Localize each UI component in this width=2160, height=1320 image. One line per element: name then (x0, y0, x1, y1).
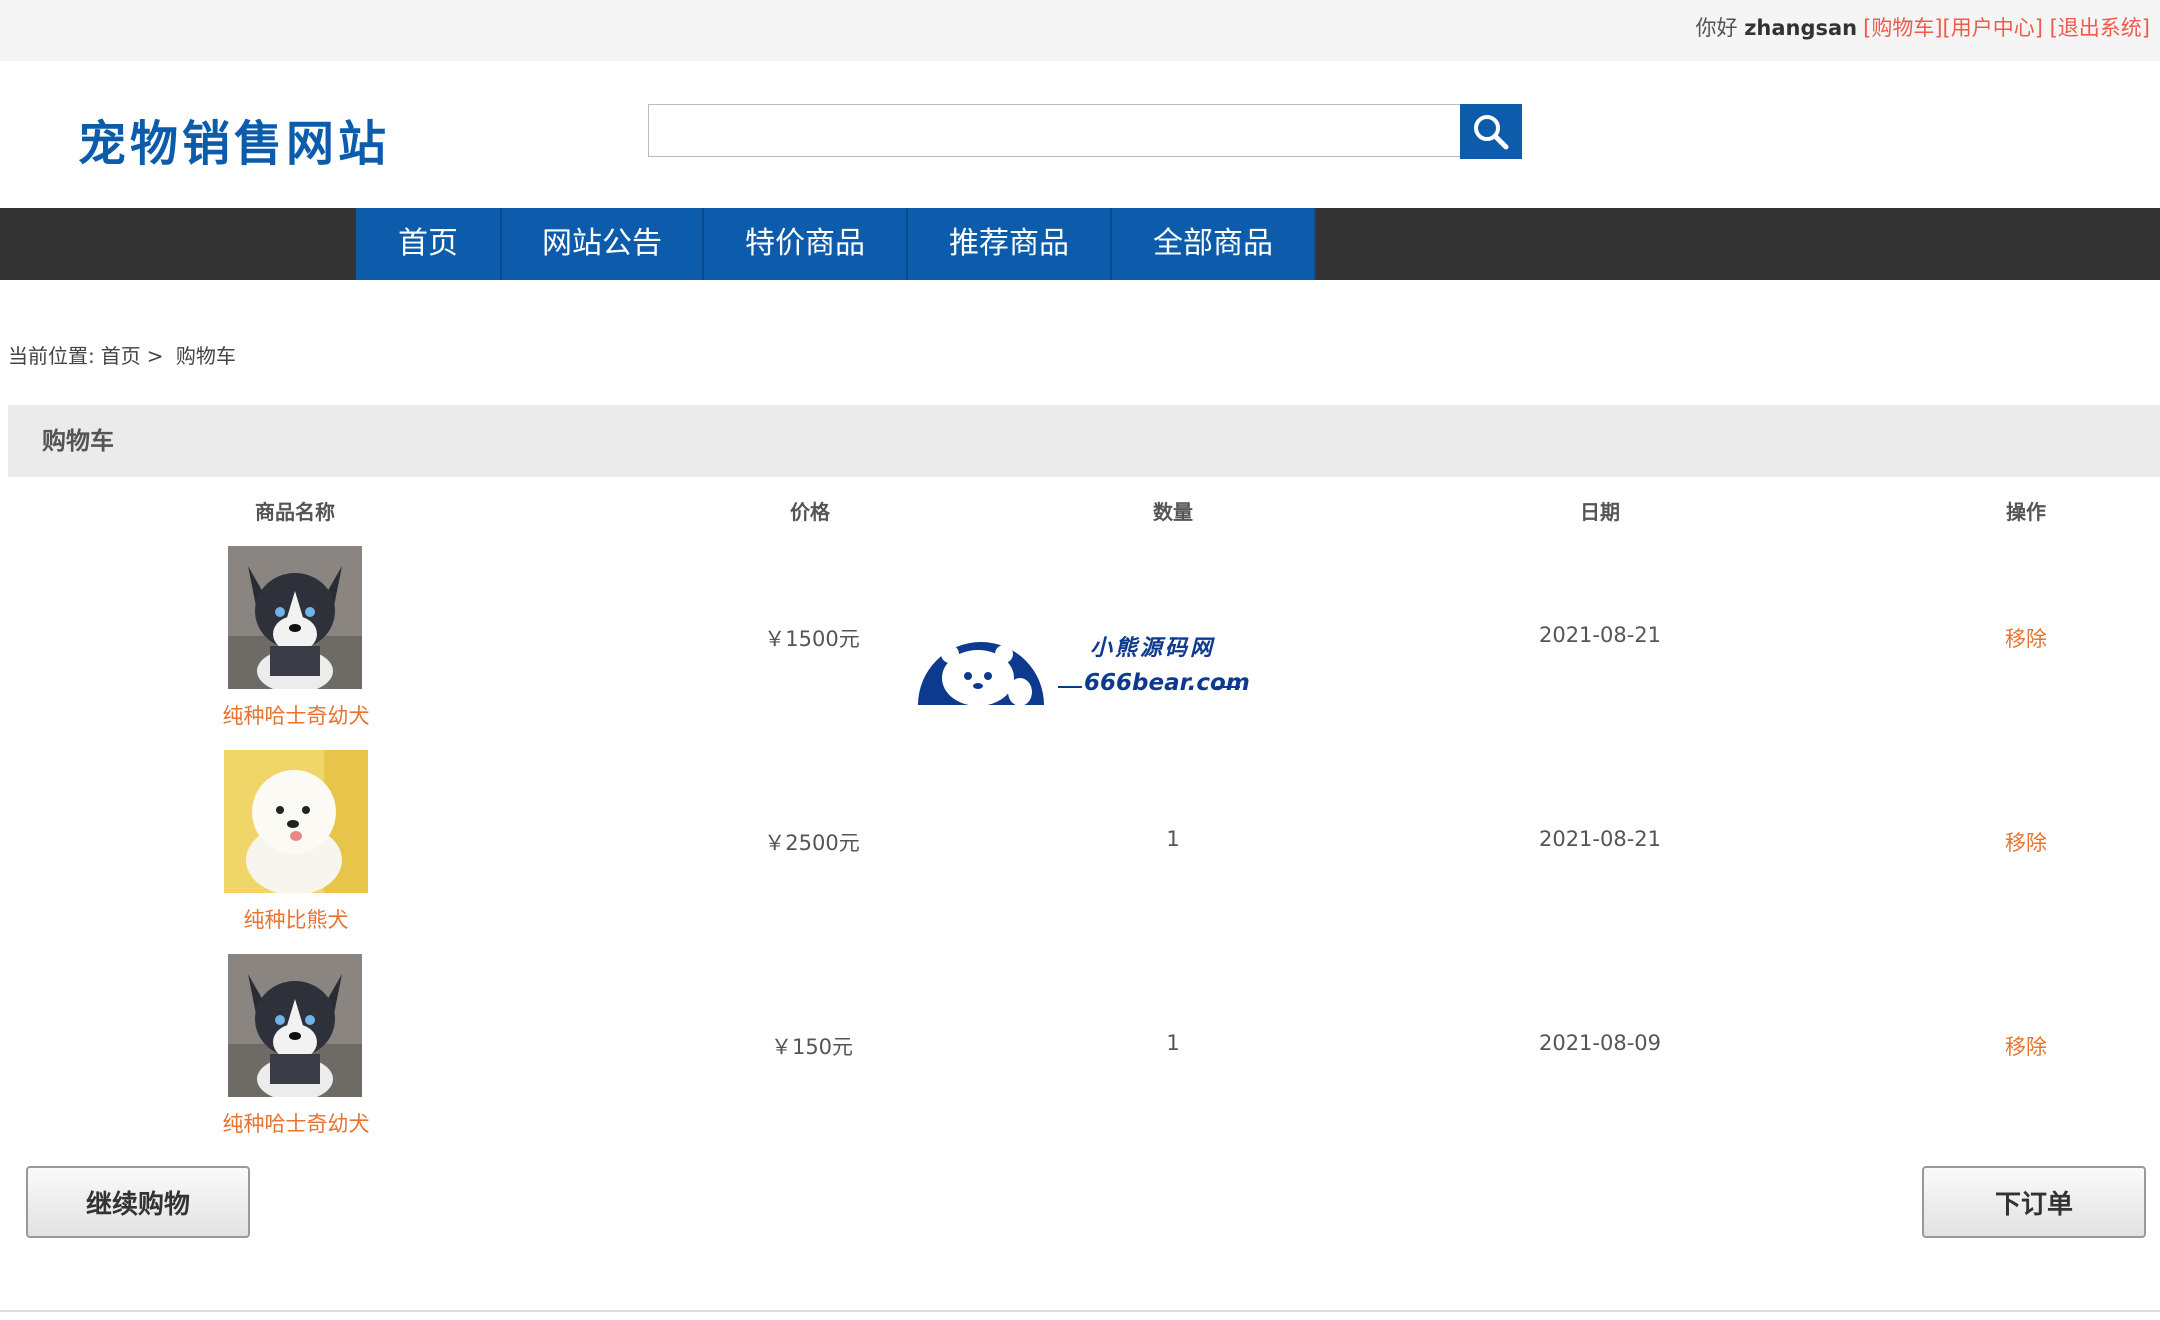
date-cell: 2021-08-21 (1538, 623, 1662, 647)
breadcrumb-separator: > (146, 344, 164, 368)
nav-item-specials[interactable]: 特价商品 (704, 208, 908, 280)
search-input[interactable] (648, 104, 1461, 157)
column-header-quantity: 数量 (1153, 500, 1193, 524)
watermark-logo (916, 620, 1046, 714)
breadcrumb-current: 购物车 (175, 344, 236, 368)
footer-divider (0, 1310, 2160, 1312)
product-name-link[interactable]: 纯种哈士奇幼犬 (223, 700, 370, 730)
user-center-link[interactable]: [用户中心] (1943, 16, 2043, 40)
nav-item-home[interactable]: 首页 (356, 208, 502, 280)
product-name-link[interactable]: 纯种哈士奇幼犬 (223, 1108, 370, 1138)
nav-item-all-products[interactable]: 全部商品 (1112, 208, 1316, 280)
remove-link[interactable]: 移除 (2005, 1031, 2047, 1061)
product-image-husky[interactable] (228, 546, 362, 689)
breadcrumb-home-link[interactable]: 首页 (101, 344, 141, 368)
search-icon (1474, 114, 1509, 149)
column-header-date: 日期 (1580, 500, 1620, 524)
nav-item-recommended[interactable]: 推荐商品 (908, 208, 1112, 280)
column-header-action: 操作 (2006, 500, 2046, 524)
greeting-text: 你好 (1695, 16, 1738, 40)
remove-link[interactable]: 移除 (2005, 827, 2047, 857)
product-image-husky[interactable] (228, 954, 362, 1097)
price-cell: ￥2500元 (764, 831, 860, 855)
watermark-line-right (1216, 686, 1240, 688)
column-header-price: 价格 (790, 500, 830, 524)
continue-shopping-button[interactable]: 继续购物 (26, 1166, 250, 1238)
date-cell: 2021-08-21 (1538, 827, 1662, 851)
quantity-cell: 1 (1166, 827, 1180, 851)
search-button[interactable] (1460, 104, 1522, 159)
site-logo[interactable]: 宠物销售网站 (78, 104, 390, 174)
place-order-button[interactable]: 下订单 (1922, 1166, 2146, 1238)
product-image-bichon[interactable] (224, 750, 368, 893)
price-cell: ￥1500元 (764, 627, 860, 651)
column-header-name: 商品名称 (255, 500, 335, 524)
nav-item-announcements[interactable]: 网站公告 (502, 208, 704, 280)
watermark-line-left (1058, 686, 1082, 688)
quantity-cell: 1 (1166, 1031, 1180, 1055)
top-bar: 你好 zhangsan [购物车][用户中心] [退出系统] (0, 0, 2160, 61)
cart-link[interactable]: [购物车] (1863, 16, 1942, 40)
section-title: 购物车 (42, 427, 114, 455)
watermark-text-url: 666bear.com (1084, 670, 1250, 696)
date-cell: 2021-08-09 (1538, 1031, 1662, 1055)
logout-link[interactable]: [退出系统] (2050, 16, 2150, 40)
breadcrumb-prefix: 当前位置: (8, 344, 95, 368)
product-name-link[interactable]: 纯种比熊犬 (244, 904, 349, 934)
price-cell: ￥150元 (770, 1035, 854, 1059)
breadcrumb: 当前位置: 首页 > 购物车 (8, 340, 242, 369)
username-text: zhangsan (1744, 16, 1858, 40)
cart-section-header: 购物车 (8, 405, 2160, 477)
remove-link[interactable]: 移除 (2005, 623, 2047, 653)
watermark-text-cn: 小熊源码网 (1090, 636, 1216, 661)
